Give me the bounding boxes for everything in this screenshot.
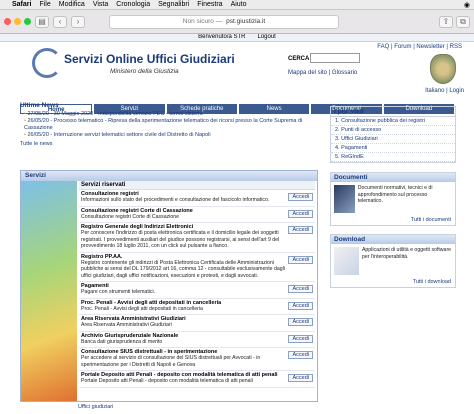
share-icon[interactable]: ⇪ [439,15,453,28]
download-title: Download [331,235,455,244]
services-panel: Servizi Servizi riservati Consultazione … [20,170,318,402]
news-item[interactable]: 27/05/20 - 30 Maggio 2020 - Indisponibil… [24,111,320,118]
service-row: Consultazione registri Corte di Cassazio… [79,207,315,223]
accedi-button[interactable]: Accedi [288,318,313,326]
menu-file[interactable]: File [39,1,50,8]
documents-box: Documenti Documenti normativi, tecnici e… [330,172,456,226]
minimize-icon[interactable] [14,18,21,25]
service-desc: Banca dati giurisprudenza di merito [81,338,163,345]
service-row: Archivio Giurisprudenziale Nazionale Banc… [79,332,315,348]
most-viewed-item[interactable]: 1. Consultazione pubblica dei registri [331,117,455,126]
services-title: Servizi [21,171,317,181]
services-illustration [21,181,77,401]
most-viewed-item[interactable]: 3. Uffici Giudiziari [331,135,455,144]
welcome-text: Benvenuto/a STR [198,34,246,40]
site-subtitle: Ministero della Giustizia [110,68,179,75]
system-menubar: Safari File Modifica Vista Cronologia Se… [0,0,474,10]
logout-link[interactable]: Logout [255,34,279,41]
language-login[interactable]: Italiano | Login [425,88,464,94]
menu-finestra[interactable]: Finestra [197,1,222,8]
url-security-label: Non sicuro — [182,18,223,25]
menu-segnalibri[interactable]: Segnalibri [158,1,189,8]
service-desc: Informazioni sullo stato del procediment… [81,197,270,203]
all-news-link[interactable]: Tutte le news [20,141,320,147]
accedi-button[interactable]: Accedi [288,226,313,234]
search-label: CERCA [288,56,310,62]
documents-text: Documenti normativi, tecnici e di approf… [357,185,433,204]
documents-image [334,185,355,213]
all-documents-link[interactable]: Tutti i documenti [331,216,455,225]
most-viewed-item[interactable]: 2. Punti di accesso [331,126,455,135]
browser-toolbar: ▤ ‹ › Non sicuro — pst.giustizia.it ⇪ ⧉ [0,10,474,34]
news-title: Ultime News [20,102,59,109]
service-desc: Portale Deposito atti Penali - deposito … [81,378,253,384]
service-row: Proc. Penali - Avvisi degli atti deposit… [79,299,315,315]
accedi-button[interactable]: Accedi [288,351,313,359]
service-desc: Registro contenente gli indirizzi di Pos… [81,259,285,279]
news-section: Ultime News 27/05/20 - 30 Maggio 2020 - … [20,102,320,147]
site-title[interactable]: Servizi Online Uffici Giudiziari [64,52,235,66]
most-viewed-item[interactable]: 4. Pagamenti [331,144,455,153]
news-item[interactable]: 26/05/20 - Processo telematico - Ripresa… [24,118,320,132]
back-icon[interactable]: ‹ [53,15,67,28]
service-desc: Per conoscere l'indirizzo di posta elett… [81,230,280,249]
download-text: Applicazioni di utilità e oggetti softwa… [361,247,452,260]
most-viewed-item[interactable]: 5. ReGIndE [331,153,455,162]
accedi-button[interactable]: Accedi [288,193,313,201]
forward-icon[interactable]: › [71,15,85,28]
address-bar[interactable]: Non sicuro — pst.giustizia.it [109,14,339,29]
site-header: Servizi Online Uffici Giudiziari Ministe… [0,42,474,104]
documents-title: Documenti [331,173,455,182]
service-row: Consultazione registri Informazioni sullo… [79,190,315,207]
service-desc: Pagare con strumenti telematici. [81,289,156,295]
accedi-button[interactable]: Accedi [288,209,313,218]
zoom-icon[interactable] [24,18,31,25]
accedi-button[interactable]: Accedi [288,334,313,343]
menu-app[interactable]: Safari [12,1,31,8]
service-row: Registro PP.AA. Registro contenente gli i… [79,253,315,282]
service-row: Pagamenti Pagare con strumenti telematici… [79,282,315,299]
top-links[interactable]: FAQ | Forum | Newsletter | RSS [377,44,462,50]
menu-cronologia[interactable]: Cronologia [116,1,150,8]
search-links[interactable]: Mappa del sito | Glossario [288,70,357,76]
search-input[interactable] [310,53,360,63]
accedi-button[interactable]: Accedi [288,374,313,382]
wifi-icon[interactable]: ◉ [464,1,470,9]
reserved-services-header: Servizi riservati [79,181,315,190]
service-desc: Per accedere al servizio di consultazion… [81,355,261,368]
service-desc: Area Riservata Amministrativi Giudiziari [81,322,172,328]
republic-emblem [430,54,456,84]
service-desc: Consultazione registri Corte di Cassazio… [81,213,180,220]
menu-aiuto[interactable]: Aiuto [231,1,247,8]
menu-vista[interactable]: Vista [93,1,108,8]
accedi-button[interactable]: Accedi [288,301,313,310]
tabs-icon[interactable]: ⧉ [456,15,470,28]
site-logo[interactable] [32,48,62,78]
accedi-button[interactable]: Accedi [288,285,313,293]
download-image [334,247,359,275]
most-viewed-title: I piu' visti [331,107,455,117]
accedi-button[interactable]: Accedi [288,255,313,264]
sidebar-icon[interactable]: ▤ [35,15,49,28]
service-row: Area Riservata Amministrativi Giudiziari… [79,315,315,332]
url-text: pst.giustizia.it [226,18,266,25]
web-page: Benvenuto/a STR Logout Servizi Online Uf… [0,34,474,414]
service-row: Portale Deposito atti Penali - deposito … [79,371,315,388]
service-row: Consultazione SIUS distrettuali - in spe… [79,348,315,371]
services-footer[interactable]: Uffici giudiziari [78,404,113,410]
user-strip: Benvenuto/a STR Logout [0,34,474,42]
news-item[interactable]: 26/05/20 - Interruzione servizi telemati… [24,132,320,139]
all-downloads-link[interactable]: Tutti i download [331,278,455,287]
service-desc: Proc. Penali - Avvisi degli atti deposit… [81,305,203,312]
window-controls [4,18,31,25]
close-icon[interactable] [4,18,11,25]
download-box: Download Applicazioni di utilità e ogget… [330,234,456,288]
menu-modifica[interactable]: Modifica [59,1,85,8]
service-row: Registro Generale degli Indirizzi Elettr… [79,223,315,253]
most-viewed-box: I piu' visti 1. Consultazione pubblica d… [330,106,456,163]
services-list: Servizi riservati Consultazione registri… [79,181,315,401]
